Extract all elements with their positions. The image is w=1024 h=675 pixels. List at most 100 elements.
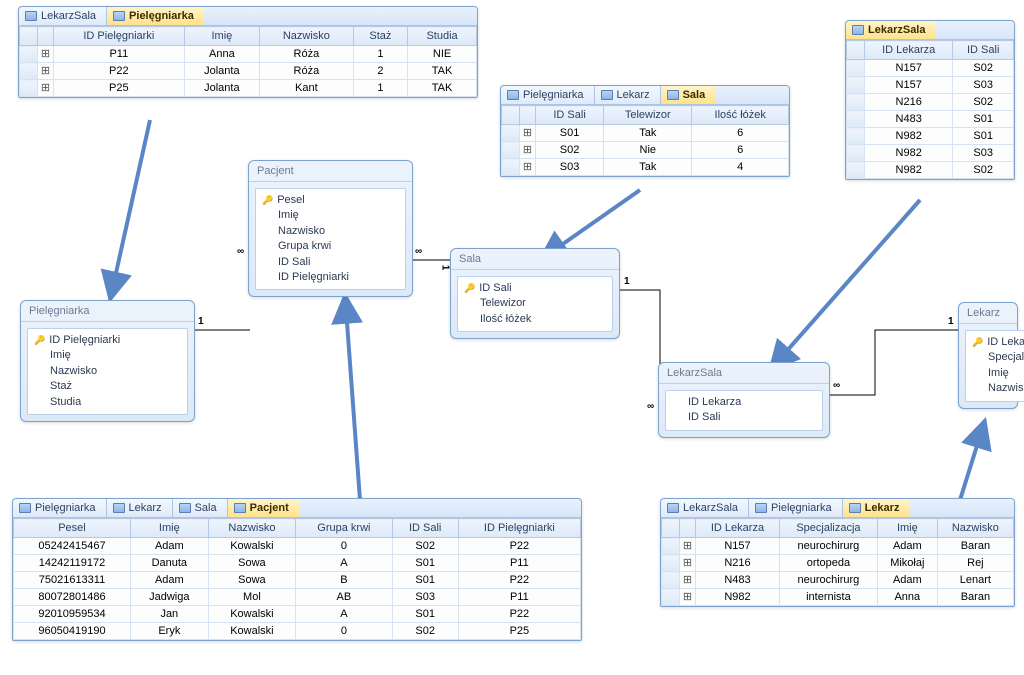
tab-lekarzsala[interactable]: LekarzSala: [19, 7, 107, 25]
cell: Mol: [208, 589, 296, 606]
expand-icon[interactable]: ⊞: [520, 159, 536, 176]
column-header[interactable]: Imię: [130, 519, 208, 538]
column-header[interactable]: Studia: [408, 27, 477, 46]
expand-icon[interactable]: ⊞: [38, 80, 54, 97]
expand-icon[interactable]: ⊞: [680, 572, 696, 589]
field[interactable]: ID Pielęgniarki: [262, 270, 399, 285]
column-header[interactable]: Specjalizacja: [779, 519, 877, 538]
tab-lekarzsala[interactable]: LekarzSala: [846, 21, 935, 39]
cell: Danuta: [130, 555, 208, 572]
column-header[interactable]: Nazwisko: [260, 27, 354, 46]
table-row[interactable]: 92010959534JanKowalskiAS01P22: [14, 606, 581, 623]
tab-pielęgniarka[interactable]: Pielęgniarka: [501, 86, 595, 104]
cell: Kowalski: [208, 623, 296, 640]
column-header[interactable]: Nazwisko: [937, 519, 1013, 538]
field[interactable]: Staż: [34, 379, 181, 394]
table-row[interactable]: N216S02: [847, 94, 1014, 111]
table-row[interactable]: 96050419190ErykKowalski0S02P25: [14, 623, 581, 640]
table-row[interactable]: ⊞P22JolantaRóża2TAK: [20, 63, 477, 80]
table-row[interactable]: N157S02: [847, 60, 1014, 77]
field[interactable]: Telewizor: [464, 296, 606, 311]
entity-pacjent[interactable]: Pacjent PeselImięNazwiskoGrupa krwiID Sa…: [248, 160, 413, 297]
column-header[interactable]: ID Pielęgniarki: [54, 27, 185, 46]
entity-lekarzsala[interactable]: LekarzSala ID LekarzaID Sali: [658, 362, 830, 438]
expand-icon[interactable]: ⊞: [680, 589, 696, 606]
tab-lekarz[interactable]: Lekarz: [107, 499, 173, 517]
field[interactable]: Grupa krwi: [262, 239, 399, 254]
key-field[interactable]: Pesel: [262, 193, 399, 208]
table-row[interactable]: ⊞P11AnnaRóża1NIE: [20, 46, 477, 63]
field[interactable]: ID Sali: [262, 255, 399, 270]
tab-sala[interactable]: Sala: [173, 499, 228, 517]
field[interactable]: ID Sali: [672, 410, 816, 425]
table-row[interactable]: ⊞N483neurochirurgAdamLenart: [662, 572, 1014, 589]
field[interactable]: Nazwisko: [262, 224, 399, 239]
table-row[interactable]: 05242415467AdamKowalski0S02P22: [14, 538, 581, 555]
tab-pielęgniarka[interactable]: Pielęgniarka: [107, 7, 204, 25]
field[interactable]: Imię: [34, 348, 181, 363]
column-header[interactable]: Telewizor: [604, 106, 692, 125]
tab-pielęgniarka[interactable]: Pielęgniarka: [749, 499, 843, 517]
key-field[interactable]: ID Lekarza: [972, 335, 1024, 350]
expand-icon[interactable]: ⊞: [38, 46, 54, 63]
table-row[interactable]: N982S01: [847, 128, 1014, 145]
table-row[interactable]: ⊞S03Tak4: [502, 159, 789, 176]
column-header[interactable]: Imię: [877, 519, 937, 538]
column-header[interactable]: ID Sali: [536, 106, 604, 125]
tab-lekarz[interactable]: Lekarz: [843, 499, 910, 517]
cell: N982: [865, 128, 953, 145]
table-row[interactable]: ⊞N157neurochirurgAdamBaran: [662, 538, 1014, 555]
table-row[interactable]: N982S03: [847, 145, 1014, 162]
expand-icon[interactable]: ⊞: [680, 538, 696, 555]
table-row[interactable]: N483S01: [847, 111, 1014, 128]
field[interactable]: Nazwisko: [34, 364, 181, 379]
column-header[interactable]: ID Pielęgniarki: [458, 519, 580, 538]
table-row[interactable]: N982S02: [847, 162, 1014, 179]
field[interactable]: Ilość łóżek: [464, 312, 606, 327]
table-row[interactable]: ⊞S02Nie6: [502, 142, 789, 159]
table-row[interactable]: ⊞P25JolantaKant1TAK: [20, 80, 477, 97]
key-field[interactable]: ID Sali: [464, 281, 606, 296]
entity-sala[interactable]: Sala ID SaliTelewizorIlość łóżek: [450, 248, 620, 339]
table-row[interactable]: 14242119172DanutaSowaAS01P11: [14, 555, 581, 572]
table-row[interactable]: ⊞S01Tak6: [502, 125, 789, 142]
field[interactable]: ID Lekarza: [672, 395, 816, 410]
field[interactable]: Specjalizacja: [972, 350, 1024, 365]
table-row[interactable]: ⊞N982internistaAnnaBaran: [662, 589, 1014, 606]
table-row[interactable]: N157S03: [847, 77, 1014, 94]
field[interactable]: Imię: [262, 208, 399, 223]
table-row[interactable]: 75021613311AdamSowaBS01P22: [14, 572, 581, 589]
column-header[interactable]: Nazwisko: [208, 519, 296, 538]
field[interactable]: Studia: [34, 395, 181, 410]
field-list: ID SaliTelewizorIlość łóżek: [457, 276, 613, 332]
column-header[interactable]: Grupa krwi: [296, 519, 392, 538]
expand-icon[interactable]: ⊞: [520, 142, 536, 159]
column-header[interactable]: Imię: [184, 27, 259, 46]
column-header[interactable]: Ilość łóżek: [692, 106, 789, 125]
key-field[interactable]: ID Pielęgniarki: [34, 333, 181, 348]
column-header[interactable]: ID Lekarza: [696, 519, 780, 538]
expand-icon[interactable]: ⊞: [520, 125, 536, 142]
table-row[interactable]: 80072801486JadwigaMolABS03P11: [14, 589, 581, 606]
rel-one: 1: [624, 276, 630, 287]
table-row[interactable]: ⊞N216ortopedaMikołajRej: [662, 555, 1014, 572]
tab-pielęgniarka[interactable]: Pielęgniarka: [13, 499, 107, 517]
cell: Adam: [877, 538, 937, 555]
rel-many: ∞: [415, 246, 422, 257]
tab-pacjent[interactable]: Pacjent: [228, 499, 299, 517]
column-header[interactable]: ID Sali: [953, 41, 1014, 60]
tab-lekarz[interactable]: Lekarz: [595, 86, 661, 104]
field[interactable]: Nazwisko: [972, 381, 1024, 396]
field[interactable]: Imię: [972, 366, 1024, 381]
entity-lekarz[interactable]: Lekarz ID LekarzaSpecjalizacjaImięNazwis…: [958, 302, 1018, 409]
column-header[interactable]: ID Sali: [392, 519, 458, 538]
expand-icon[interactable]: ⊞: [680, 555, 696, 572]
entity-pielegniarka[interactable]: Pielęgniarka ID PielęgniarkiImięNazwisko…: [20, 300, 195, 422]
expand-icon[interactable]: ⊞: [38, 63, 54, 80]
column-header[interactable]: Staż: [353, 27, 408, 46]
column-header[interactable]: Pesel: [14, 519, 131, 538]
tab-lekarzsala[interactable]: LekarzSala: [661, 499, 749, 517]
cell: N216: [865, 94, 953, 111]
column-header[interactable]: ID Lekarza: [865, 41, 953, 60]
tab-sala[interactable]: Sala: [661, 86, 716, 104]
